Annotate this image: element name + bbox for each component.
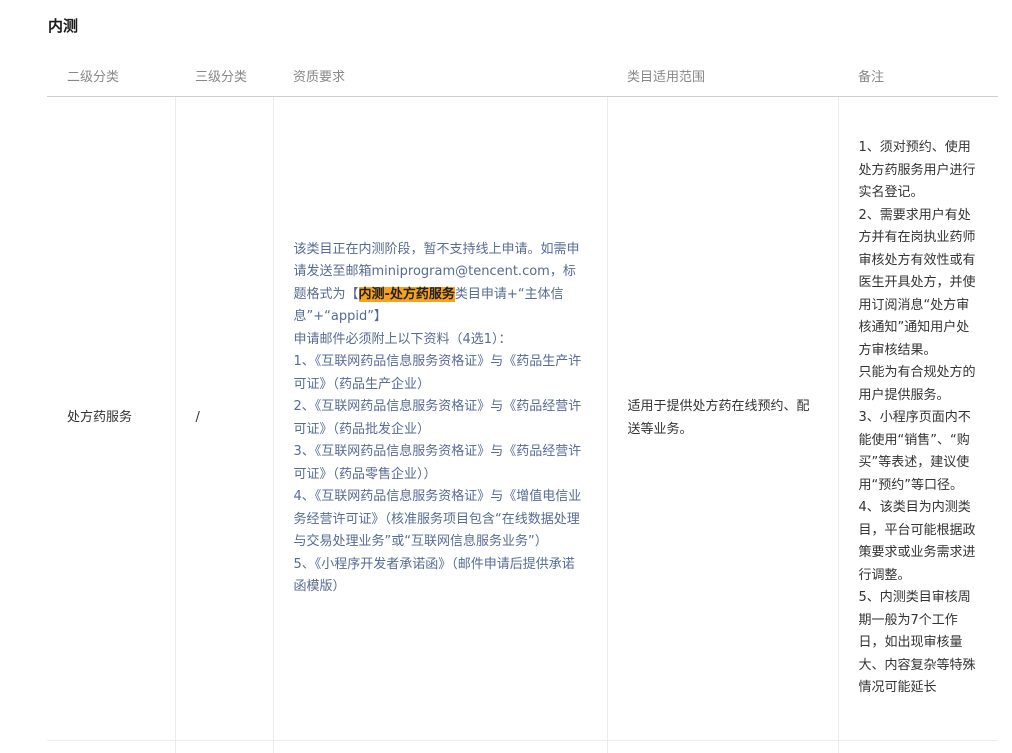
header-scope: 类目适用范围 — [607, 54, 838, 97]
section-title: 内测 — [48, 17, 79, 35]
requirement-item-3: 3、《互联网药品信息服务资格证》与《药品经营许可证》（药品零售企业）） — [293, 444, 582, 482]
requirements-attach-note: 申请邮件必须附上以下资料（4选1）： — [293, 331, 512, 347]
cell-requirements: 该类目正在内测阶段，暂不支持线上申请。如需申请发送至邮箱miniprogram@… — [273, 96, 608, 741]
note-item-1: 1、须对预约、使用处方药服务用户进行实名登记。 — [858, 140, 976, 201]
cell-empty — [838, 741, 998, 753]
header-requirements: 资质要求 — [273, 54, 607, 97]
cell-level2: 处方药服务 — [47, 96, 176, 741]
cell-notes: 1、须对预约、使用处方药服务用户进行实名登记。 2、需要求用户有处方并有在岗执业… — [838, 96, 998, 741]
requirement-item-1: 1、《互联网药品信息服务资格证》与《药品生产许可证》（药品生产企业） — [293, 354, 582, 392]
category-table: 二级分类 三级分类 资质要求 类目适用范围 备注 处方药服务 / 该类目正在内测… — [47, 54, 998, 753]
cell-level3: / — [175, 96, 274, 741]
header-level3: 三级分类 — [175, 54, 273, 97]
header-notes: 备注 — [838, 54, 998, 97]
table-header-row: 二级分类 三级分类 资质要求 类目适用范围 备注 — [47, 54, 998, 97]
header-level2: 二级分类 — [47, 54, 175, 97]
requirement-item-2: 2、《互联网药品信息服务资格证》与《药品经营许可证》（药品批发企业） — [293, 399, 582, 437]
requirements-highlight: 内测-处方药服务 — [358, 286, 455, 302]
note-item-4: 3、小程序页面内不能使用“销售”、“购买”等表述，建议使用“预约”等口径。 — [858, 410, 971, 493]
note-item-2: 2、需要求用户有处方并有在岗执业药师审核处方有效性或有医生开具处方，并使用订阅消… — [858, 207, 976, 358]
note-item-6: 5、内测类目审核周期一般为7个工作日，如出现审核量大、内容复杂等特殊情况可能延长 — [858, 590, 976, 696]
table-row: 处方药服务 / 该类目正在内测阶段，暂不支持线上申请。如需申请发送至邮箱mini… — [47, 96, 998, 741]
requirement-item-4: 4、《互联网药品信息服务资格证》与《增值电信业务经营许可证》（核准服务项目包含“… — [293, 489, 582, 549]
cell-empty — [607, 740, 839, 753]
requirement-item-5: 5、《小程序开发者承诺函》（邮件申请后提供承诺函模版） — [293, 556, 575, 595]
cell-scope: 适用于提供处方药在线预约、配送等业务。 — [607, 96, 839, 741]
note-item-3: 只能为有合规处方的用户提供服务。 — [858, 365, 976, 403]
requirements-intro: 该类目正在内测阶段，暂不支持线上申请。如需申请发送至邮箱miniprogram@… — [294, 239, 587, 329]
note-item-5: 4、该类目为内测类目，平台可能根据政策要求或业务需求进行调整。 — [858, 500, 976, 583]
cell-empty — [273, 740, 608, 753]
table-row — [47, 740, 998, 753]
cell-empty — [47, 740, 176, 753]
cell-empty — [175, 740, 274, 753]
